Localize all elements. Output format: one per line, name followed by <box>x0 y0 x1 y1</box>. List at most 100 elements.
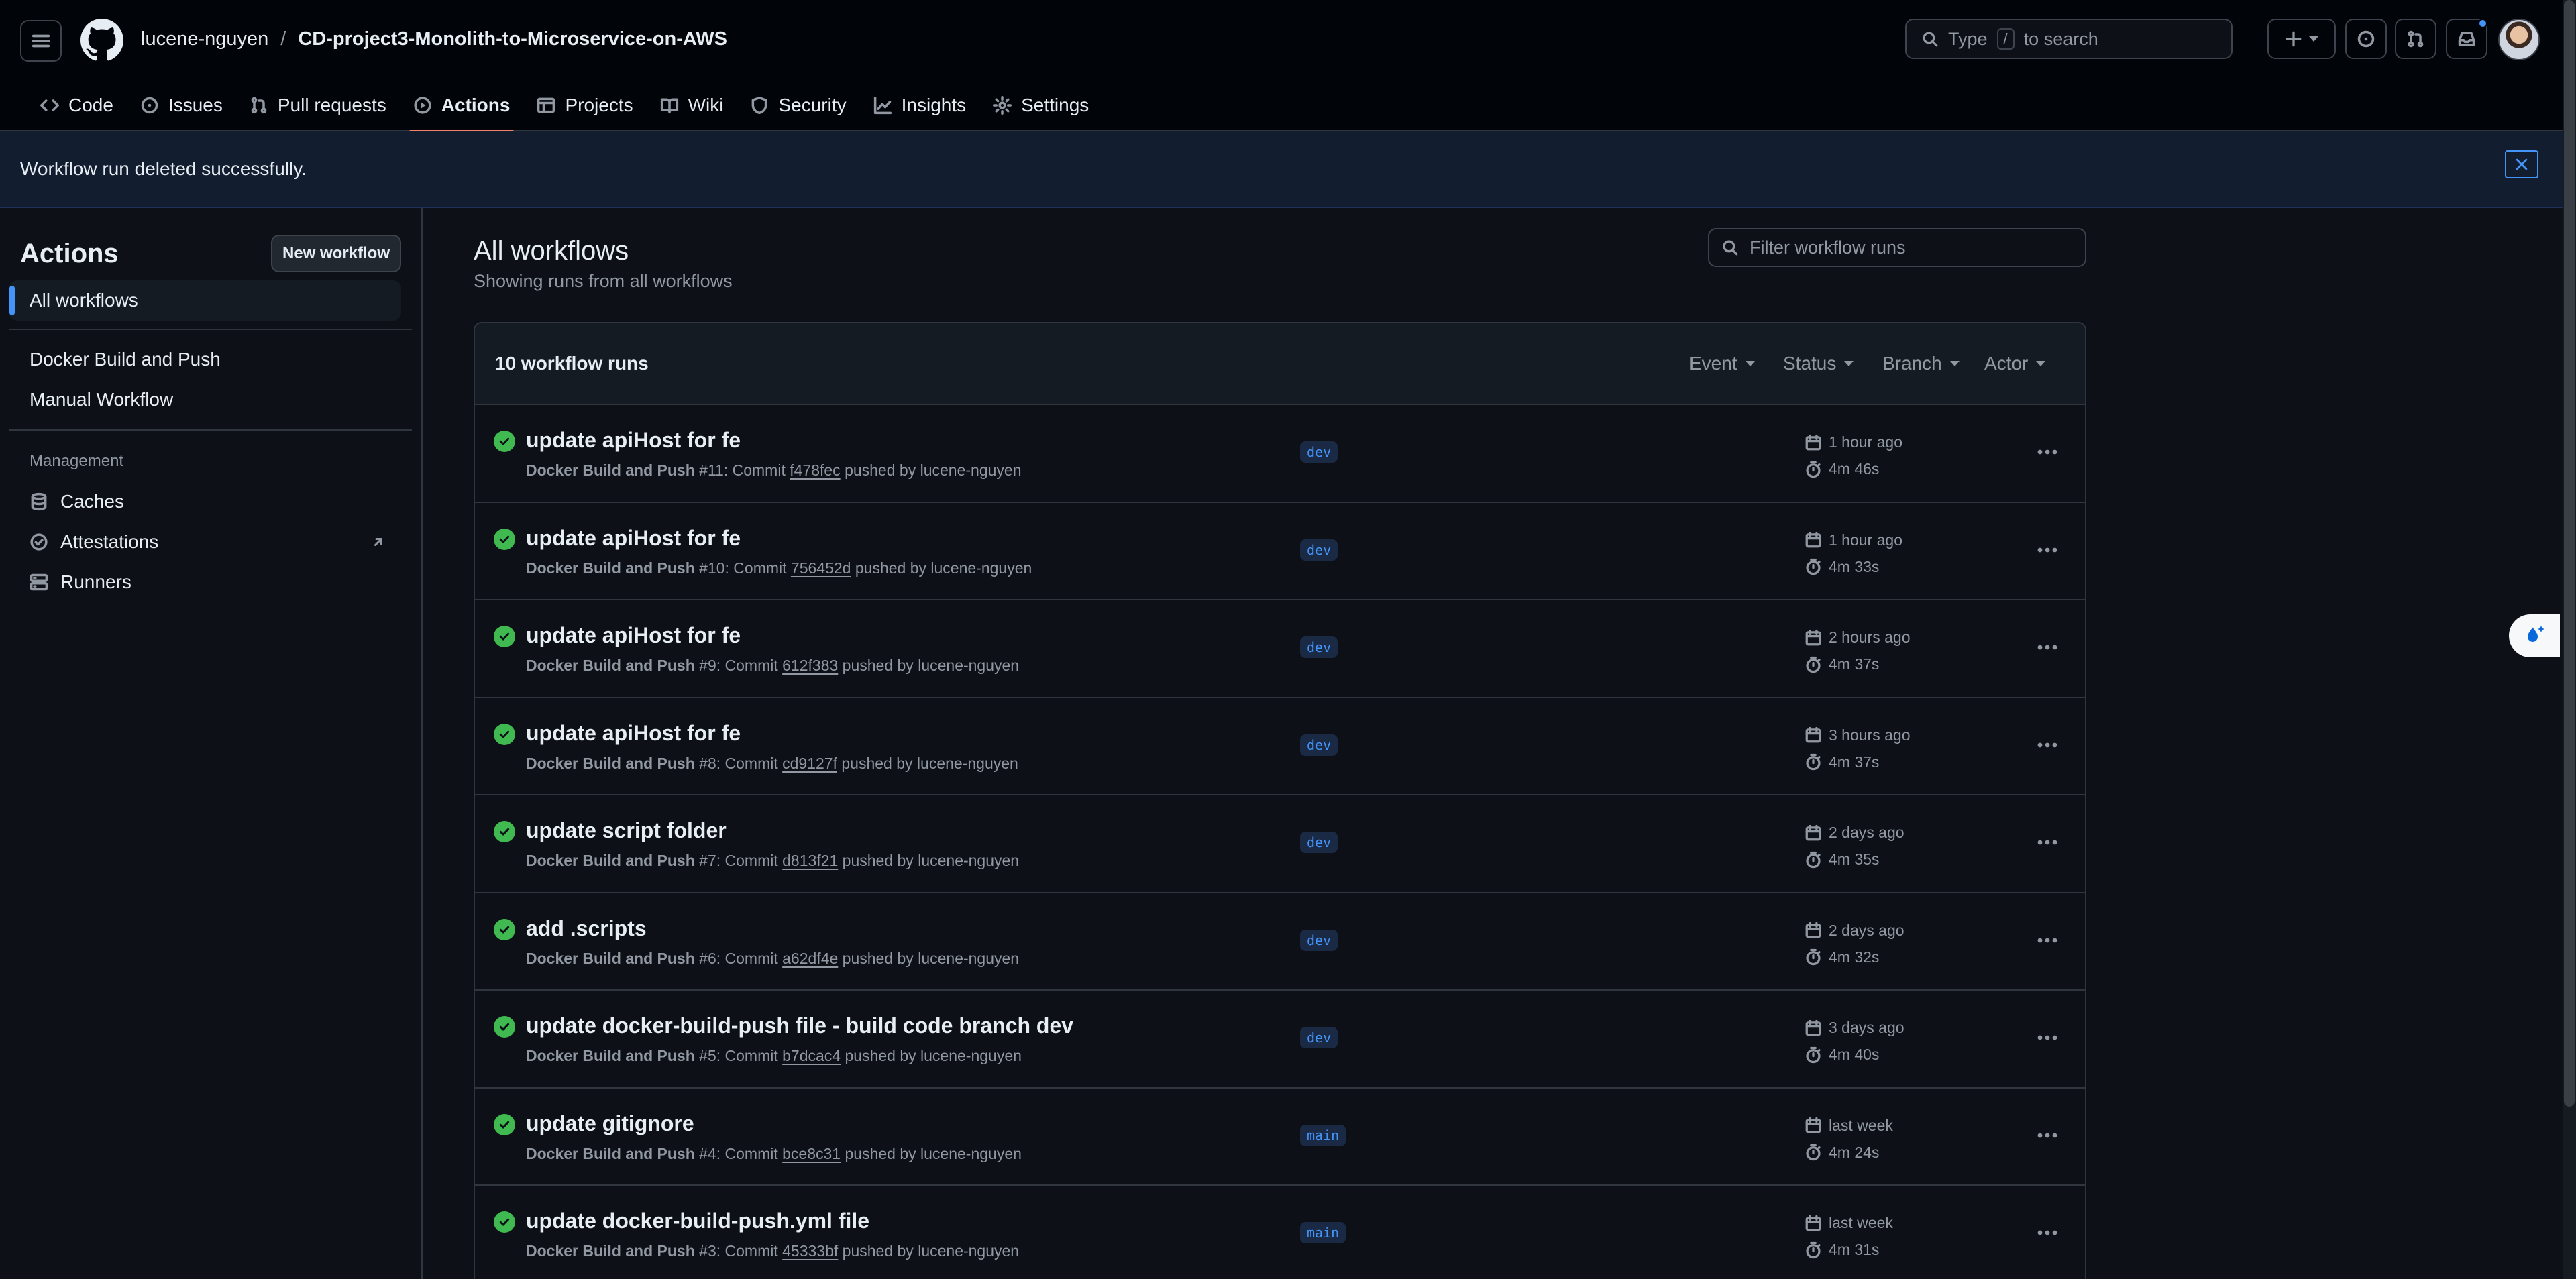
commit-sha-link[interactable]: b7dcac4 <box>782 1047 841 1064</box>
commit-sha-link[interactable]: d813f21 <box>782 852 838 869</box>
run-pushed-by: pushed by <box>842 949 918 967</box>
repo-nav-tabs: Code Issues Pull requests Actions Projec… <box>27 79 1102 133</box>
run-options-button[interactable] <box>2033 830 2062 854</box>
tab-issues[interactable]: Issues <box>127 79 236 131</box>
workflow-run-row[interactable]: add .scripts Docker Build and Push #6: C… <box>475 893 2085 991</box>
user-avatar[interactable] <box>2498 19 2540 60</box>
run-workflow-name: Docker Build and Push <box>526 559 695 577</box>
branch-badge[interactable]: dev <box>1300 636 1338 658</box>
status-filter-dropdown[interactable]: Status <box>1783 353 1854 374</box>
run-title-link[interactable]: update apiHost for fe <box>526 721 741 746</box>
commit-sha-link[interactable]: 612f383 <box>782 657 838 674</box>
run-actor: lucene-nguyen <box>918 949 1020 967</box>
branch-badge[interactable]: dev <box>1300 539 1338 561</box>
scrollbar-thumb[interactable] <box>2564 0 2575 1107</box>
repo-name-link[interactable]: CD-project3-Monolith-to-Microservice-on-… <box>298 28 727 50</box>
run-time-text: 1 hour ago <box>1829 531 1902 549</box>
branch-badge[interactable]: main <box>1300 1124 1346 1146</box>
branch-badge[interactable]: dev <box>1300 1027 1338 1048</box>
run-options-button[interactable] <box>2033 635 2062 659</box>
repo-owner-link[interactable]: lucene-nguyen <box>141 28 268 50</box>
workflow-run-row[interactable]: update apiHost for fe Docker Build and P… <box>475 698 2085 795</box>
run-actor: lucene-nguyen <box>918 852 1020 869</box>
tab-code[interactable]: Code <box>27 79 127 131</box>
sidebar-item-caches[interactable]: Caches <box>9 482 401 522</box>
run-options-button[interactable] <box>2033 1221 2062 1245</box>
sidebar-item-attestations[interactable]: Attestations <box>9 522 401 562</box>
dropdown-label: Branch <box>1882 353 1942 374</box>
code-icon <box>40 99 59 111</box>
branch-badge[interactable]: main <box>1300 1222 1346 1243</box>
create-new-button[interactable] <box>2267 19 2336 59</box>
success-check-icon <box>494 1113 515 1135</box>
tab-wiki[interactable]: Wiki <box>647 79 737 131</box>
github-logo-icon[interactable] <box>80 19 123 62</box>
workflow-run-row[interactable]: update apiHost for fe Docker Build and P… <box>475 405 2085 503</box>
run-duration-text: 4m 24s <box>1829 1143 1880 1161</box>
branch-badge[interactable]: dev <box>1300 441 1338 463</box>
tab-insights[interactable]: Insights <box>860 79 980 131</box>
run-workflow-name: Docker Build and Push <box>526 1047 695 1064</box>
page-subtitle: Showing runs from all workflows <box>474 271 733 291</box>
tab-settings[interactable]: Settings <box>979 79 1102 131</box>
run-time-text: 2 days ago <box>1829 921 1904 939</box>
commit-sha-link[interactable]: a62df4e <box>782 950 838 967</box>
run-time: 3 days ago <box>1805 1019 1904 1037</box>
issues-button[interactable] <box>2345 19 2387 59</box>
commit-sha-link[interactable]: 45333bf <box>782 1242 838 1260</box>
workflow-run-row[interactable]: update docker-build-push file - build co… <box>475 991 2085 1089</box>
commit-sha-link[interactable]: cd9127f <box>782 755 837 772</box>
workflow-run-row[interactable]: update script folder Docker Build and Pu… <box>475 795 2085 893</box>
run-workflow-name: Docker Build and Push <box>526 1242 695 1260</box>
workflow-run-row[interactable]: update apiHost for fe Docker Build and P… <box>475 503 2085 600</box>
run-title-link[interactable]: add .scripts <box>526 916 647 941</box>
sidebar-item-manual-workflow[interactable]: Manual Workflow <box>9 380 401 420</box>
tab-security[interactable]: Security <box>737 79 859 131</box>
event-filter-dropdown[interactable]: Event <box>1689 353 1755 374</box>
tab-projects[interactable]: Projects <box>523 79 646 131</box>
sidebar-item-runners[interactable]: Runners <box>9 562 401 602</box>
workflow-run-row[interactable]: update apiHost for fe Docker Build and P… <box>475 600 2085 698</box>
run-title-link[interactable]: update docker-build-push.yml file <box>526 1209 869 1233</box>
branch-badge[interactable]: dev <box>1300 832 1338 853</box>
branch-filter-dropdown[interactable]: Branch <box>1882 353 1960 374</box>
run-meta: Docker Build and Push #9: Commit 612f383… <box>526 657 1019 675</box>
commit-sha-link[interactable]: 756452d <box>791 559 851 577</box>
global-search-input[interactable]: Type / to search <box>1905 19 2233 59</box>
flash-close-button[interactable] <box>2505 150 2538 178</box>
run-title-link[interactable]: update script folder <box>526 818 727 843</box>
new-workflow-button[interactable]: New workflow <box>271 235 401 272</box>
commit-sha-link[interactable]: bce8c31 <box>782 1145 841 1162</box>
run-time: 1 hour ago <box>1805 433 1902 451</box>
run-title-link[interactable]: update apiHost for fe <box>526 623 741 648</box>
workflow-run-row[interactable]: update gitignore Docker Build and Push #… <box>475 1089 2085 1186</box>
pull-requests-button[interactable] <box>2395 19 2436 59</box>
kebab-horizontal-icon <box>2037 840 2057 845</box>
run-options-button[interactable] <box>2033 1025 2062 1050</box>
branch-badge[interactable]: dev <box>1300 929 1338 951</box>
run-options-button[interactable] <box>2033 928 2062 952</box>
actor-filter-dropdown[interactable]: Actor <box>1984 353 2046 374</box>
sidebar-item-docker-build-and-push[interactable]: Docker Build and Push <box>9 339 401 380</box>
commit-sha-link[interactable]: f478fec <box>790 461 840 479</box>
search-icon <box>1723 240 1738 256</box>
run-title-link[interactable]: update apiHost for fe <box>526 526 741 551</box>
branch-badge[interactable]: dev <box>1300 734 1338 756</box>
run-number: #3 <box>699 1242 716 1260</box>
run-options-button[interactable] <box>2033 538 2062 562</box>
sidebar-item-all-workflows[interactable]: All workflows <box>9 280 401 321</box>
tab-pull-requests[interactable]: Pull requests <box>236 79 400 131</box>
run-pushed-by: pushed by <box>845 461 920 479</box>
run-title-link[interactable]: update docker-build-push file - build co… <box>526 1013 1073 1038</box>
filter-workflow-runs-input[interactable]: Filter workflow runs <box>1708 228 2086 267</box>
run-options-button[interactable] <box>2033 1123 2062 1148</box>
run-options-button[interactable] <box>2033 733 2062 757</box>
run-title-link[interactable]: update apiHost for fe <box>526 428 741 453</box>
workflow-run-row[interactable]: update docker-build-push.yml file Docker… <box>475 1186 2085 1279</box>
run-options-button[interactable] <box>2033 440 2062 464</box>
run-title-link[interactable]: update gitignore <box>526 1111 694 1136</box>
hamburger-menu-button[interactable] <box>20 20 62 62</box>
tab-actions[interactable]: Actions <box>400 79 524 133</box>
sidebar-divider <box>9 429 412 431</box>
copilot-button[interactable] <box>2509 614 2560 657</box>
